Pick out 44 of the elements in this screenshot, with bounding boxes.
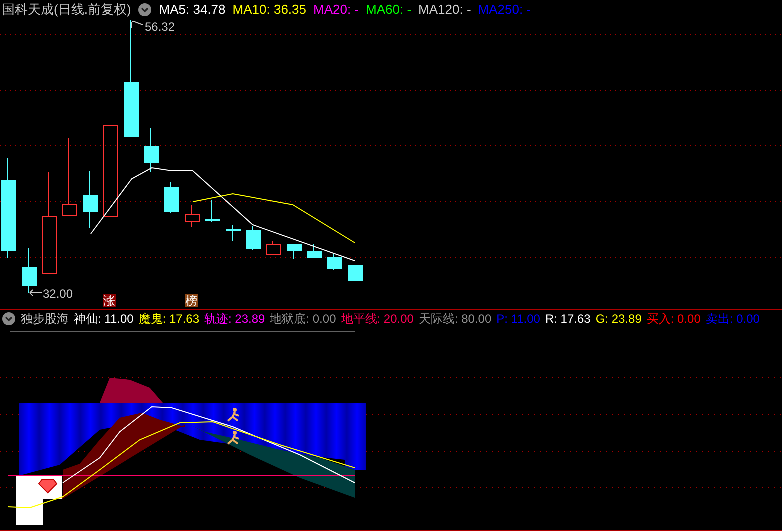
moving-average-value: MA5: 34.78 <box>159 1 226 20</box>
running-person-icon <box>227 408 240 422</box>
indicator-value: 卖出: 0.00 <box>706 311 760 328</box>
dropdown-icon[interactable] <box>138 3 152 17</box>
candlestick <box>266 240 281 255</box>
indicator-value: G: 23.89 <box>596 311 642 328</box>
indicator-name: 独步股海 <box>21 311 69 328</box>
pointer-icon <box>30 290 42 296</box>
marker-badge: 涨 <box>103 294 116 308</box>
moving-average-value: MA250: - <box>478 1 532 20</box>
moving-average-value: MA60: - <box>366 1 412 20</box>
indicator-value: 地平线: 20.00 <box>341 311 414 328</box>
base-block <box>16 476 62 525</box>
indicator-value: 地狱底: 0.00 <box>270 311 336 328</box>
moving-average-value: MA10: 36.35 <box>232 1 306 20</box>
candlestick <box>185 204 200 228</box>
low-price-label: 32.00 <box>43 287 74 301</box>
candlestick <box>348 265 363 281</box>
candlestick <box>164 182 179 214</box>
indicator-value: R: 17.63 <box>545 311 591 328</box>
indicator-value: 买入: 0.00 <box>646 311 701 328</box>
pointer-icon <box>132 22 144 28</box>
candlestick <box>287 244 302 260</box>
indicator-value: P: 11.00 <box>496 311 540 328</box>
moving-average-value: MA20: - <box>314 1 360 20</box>
candlestick <box>246 226 261 250</box>
candlestick <box>307 244 322 258</box>
candlestick <box>22 248 37 294</box>
indicator-value: 轨迹: 23.89 <box>204 311 266 328</box>
candlestick <box>205 200 220 222</box>
marker-badge: 榜 <box>185 294 198 308</box>
indicator-value: 天际线: 80.00 <box>418 311 492 328</box>
candlestick <box>226 224 241 242</box>
gem-icon <box>38 480 58 494</box>
high-price-label: 56.32 <box>145 20 176 34</box>
dropdown-icon[interactable] <box>2 312 16 326</box>
candlestick <box>144 128 159 172</box>
moving-average-value: MA120: - <box>418 1 472 20</box>
candlestick <box>327 252 342 270</box>
running-person-icon <box>227 431 240 445</box>
indicator-value: 神仙: 11.00 <box>74 311 134 328</box>
candlestick <box>83 170 98 228</box>
indicator-value: 魔鬼: 17.63 <box>138 311 200 328</box>
stock-title: 国科天成(日线.前复权) <box>2 1 132 20</box>
